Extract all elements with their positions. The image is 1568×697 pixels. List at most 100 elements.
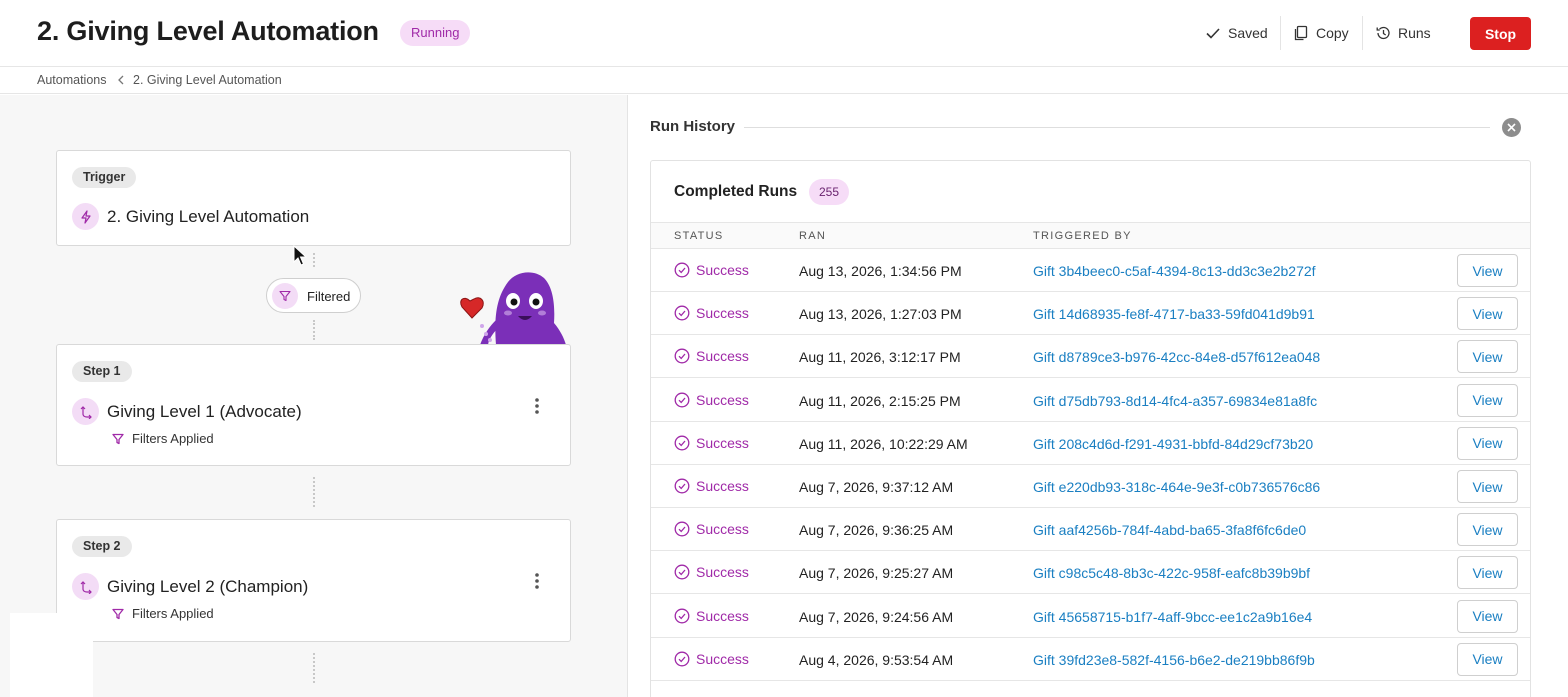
ran-cell: Aug 7, 2026, 9:37:12 AM [799, 479, 954, 495]
status-cell: Success [674, 262, 749, 278]
check-circle-icon [674, 478, 690, 494]
filtered-pill[interactable]: Filtered [266, 278, 361, 313]
table-row: Success Aug 11, 2026, 10:22:29 AM Gift 208… [651, 422, 1530, 465]
filters-applied-label: Filters Applied [132, 431, 214, 446]
check-circle-icon [674, 262, 690, 278]
check-circle-icon [674, 564, 690, 580]
filters-applied-note: Filters Applied [112, 606, 214, 621]
completed-runs-title: Completed Runs [674, 183, 798, 200]
view-button[interactable]: View [1457, 599, 1518, 633]
runs-button[interactable]: Runs [1375, 22, 1431, 44]
title-divider [744, 127, 1490, 128]
view-button[interactable]: View [1457, 470, 1518, 503]
triggered-by-link[interactable]: Gift 3b4beec0-c5af-4394-8c13-dd3c3e2b272… [1033, 263, 1316, 279]
triggered-by-link[interactable]: Gift d75db793-8d14-4fc4-a357-69834e81a8f… [1033, 393, 1317, 409]
view-button[interactable]: View [1457, 642, 1518, 676]
flow-connector [313, 253, 315, 267]
view-button[interactable]: View [1457, 556, 1518, 590]
check-circle-icon [674, 392, 690, 408]
ran-cell: Aug 11, 2026, 10:22:29 AM [799, 435, 968, 452]
copy-label: Copy [1316, 25, 1349, 41]
column-status: STATUS [674, 230, 724, 242]
copy-button[interactable]: Copy [1293, 22, 1349, 44]
column-ran: RAN [799, 230, 827, 242]
breadcrumb-automations[interactable]: Automations [37, 73, 106, 87]
table-row: Success Aug 7, 2026, 9:37:12 AM Gift e220d… [651, 465, 1530, 508]
status-label: Success [696, 305, 749, 322]
status-label: Success [696, 262, 749, 278]
automation-canvas: Trigger 2. Giving Level Automation Filte… [0, 95, 628, 697]
check-circle-icon [674, 435, 690, 451]
step-title: Giving Level 1 (Advocate) [107, 402, 302, 421]
triggered-by-link[interactable]: Gift e220db93-318c-464e-9e3f-c0b736576c8… [1033, 479, 1320, 495]
stop-button[interactable]: Stop [1470, 17, 1531, 50]
filter-icon [272, 283, 298, 309]
check-circle-icon [674, 305, 690, 321]
saved-indicator: Saved [1205, 22, 1268, 44]
view-button[interactable]: View [1457, 254, 1518, 287]
ran-cell: Aug 11, 2026, 3:12:17 PM [799, 349, 961, 366]
table-row: Success Aug 7, 2026, 9:36:25 AM Gift aaf42… [651, 508, 1530, 552]
copy-icon [1294, 25, 1308, 41]
filter-icon [112, 433, 124, 444]
ran-cell: Aug 7, 2026, 9:25:27 AM [799, 565, 954, 582]
status-cell: Success [674, 435, 749, 451]
view-button[interactable]: View [1457, 513, 1518, 547]
status-cell: Success [674, 521, 749, 537]
triggered-by-link[interactable]: Gift aaf4256b-784f-4abd-ba65-3fa8f6fc6de… [1033, 522, 1306, 538]
triggered-by-link[interactable]: Gift 39fd23e8-582f-4156-b6e2-de219bb86f9… [1033, 652, 1315, 668]
filter-icon [112, 608, 124, 619]
view-button[interactable]: View [1457, 426, 1518, 460]
top-header: 2. Giving Level Automation Running Saved… [0, 0, 1568, 67]
triggered-by-link[interactable]: Gift 14d68935-fe8f-4717-ba33-59fd041d9b9… [1033, 306, 1315, 322]
step-chip: Step 2 [72, 536, 132, 557]
breadcrumb-current: 2. Giving Level Automation [133, 73, 282, 87]
more-vertical-icon[interactable] [529, 396, 545, 416]
view-button[interactable]: View [1457, 340, 1518, 374]
status-cell: Success [674, 651, 749, 667]
table-row: Success Aug 4, 2026, 9:53:54 AM Gift 39fd2… [651, 638, 1530, 681]
status-badge: Running [400, 20, 471, 46]
mouse-cursor-icon [293, 245, 308, 266]
status-cell: Success [674, 478, 749, 494]
trigger-title: 2. Giving Level Automation [107, 207, 310, 226]
triggered-by-link[interactable]: Gift c98c5c48-8b3c-422c-958f-eafc8b39b9b… [1033, 565, 1310, 581]
completed-runs-card: Completed Runs 255 STATUS RAN TRIGGERED … [650, 160, 1531, 697]
ran-cell: Aug 7, 2026, 9:24:56 AM [799, 608, 954, 625]
step-card[interactable]: Step 2 Giving Level 2 (Champion) Filters… [56, 519, 571, 642]
check-circle-icon [674, 608, 690, 624]
check-circle-icon [674, 348, 690, 364]
filters-applied-note: Filters Applied [112, 431, 214, 446]
run-history-title: Run History [650, 118, 736, 135]
blank-area [10, 613, 93, 697]
step-title: Giving Level 2 (Champion) [107, 577, 309, 596]
view-button[interactable]: View [1457, 383, 1518, 417]
table-row: Success Aug 7, 2026, 9:24:56 AM Gift 45658… [651, 595, 1530, 638]
more-vertical-icon[interactable] [529, 571, 545, 591]
triggered-by-link[interactable]: Gift d8789ce3-b976-42cc-84e8-d57f612ea04… [1033, 349, 1320, 365]
trigger-card[interactable]: Trigger 2. Giving Level Automation [56, 150, 571, 246]
branch-icon [72, 573, 99, 600]
step-card[interactable]: Step 1 Giving Level 1 (Advocate) Filters… [56, 344, 571, 466]
triggered-by-link[interactable]: Gift 45658715-b1f7-4aff-9bcc-ee1c2a9b16e… [1033, 609, 1312, 625]
status-cell: Success [674, 305, 749, 321]
status-cell: Success [674, 608, 749, 624]
flow-connector [313, 477, 315, 507]
close-icon[interactable] [1502, 118, 1521, 137]
ran-cell: Aug 13, 2026, 1:34:56 PM [799, 263, 962, 279]
status-label: Success [696, 434, 749, 451]
header-divider [1280, 16, 1281, 50]
trigger-chip: Trigger [72, 167, 137, 188]
table-row: Success Aug 13, 2026, 1:27:03 PM Gift 14d6… [651, 292, 1530, 336]
saved-label: Saved [1228, 25, 1268, 41]
view-button[interactable]: View [1457, 297, 1518, 331]
chevron-left-icon [118, 75, 124, 85]
page-title: 2. Giving Level Automation [37, 16, 379, 46]
status-label: Success [696, 521, 749, 538]
branch-icon [72, 398, 99, 425]
table-row: Success Aug 7, 2026, 9:25:27 AM Gift c98c5… [651, 551, 1530, 595]
table-header: STATUS RAN TRIGGERED BY [651, 222, 1530, 249]
table-row: Success Aug 11, 2026, 2:15:25 PM Gift d75d… [651, 379, 1530, 422]
bolt-icon [72, 203, 99, 230]
triggered-by-link[interactable]: Gift 208c4d6d-f291-4931-bbfd-84d29cf73b2… [1033, 436, 1313, 452]
